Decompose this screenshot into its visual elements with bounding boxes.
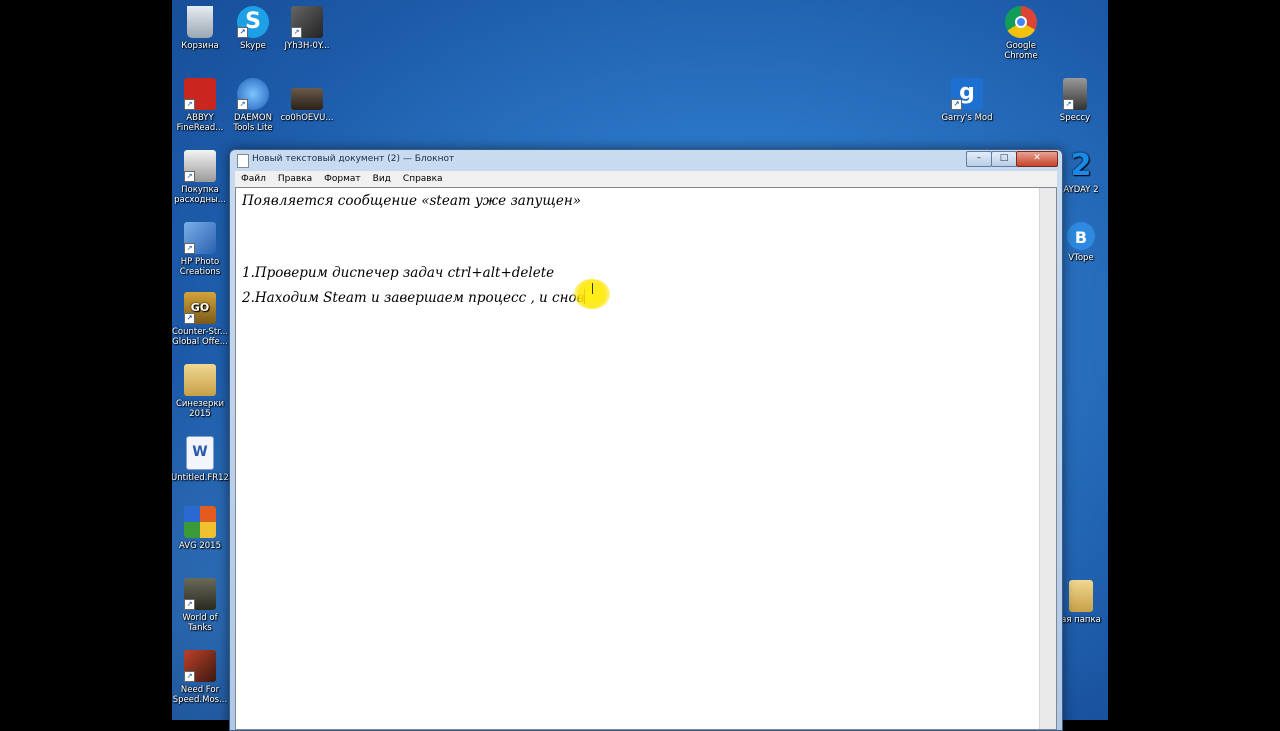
desktop-icon-daemon-tools[interactable]: ↗ DAEMON Tools Lite <box>224 78 282 133</box>
notepad-window[interactable]: Новый текстовый документ (2) — Блокнот –… <box>229 149 1063 731</box>
notepad-icon <box>237 154 249 168</box>
menu-view[interactable]: Вид <box>367 174 397 184</box>
icon-label: World of Tanks <box>182 613 218 633</box>
menu-file[interactable]: Файл <box>235 174 272 184</box>
icon-label: DAEMON Tools Lite <box>233 113 273 133</box>
icon-label: HP Photo Creations <box>179 257 221 277</box>
vk-icon: B <box>1067 222 1095 250</box>
csgo-icon: GO ↗ <box>184 292 216 324</box>
video-thumbnail-icon <box>291 88 323 110</box>
icon-label: VTope <box>1068 253 1094 263</box>
desktop-icon-chrome[interactable]: Google Chrome <box>992 6 1050 61</box>
icon-label: Покупка расходны... <box>174 185 226 205</box>
title-bar[interactable]: Новый текстовый документ (2) — Блокнот –… <box>230 150 1062 170</box>
desktop-icon-abbyy[interactable]: ↗ ABBYY FineRead... <box>172 78 229 133</box>
menu-edit[interactable]: Правка <box>272 174 318 184</box>
avg-icon <box>184 506 216 538</box>
abbyy-icon: ↗ <box>184 78 216 110</box>
icon-label: Синезерки 2015 <box>175 399 225 419</box>
text-line-content: 2.Находим Steam и завершаем процесс , и … <box>242 290 585 306</box>
skype-icon: S ↗ <box>237 6 269 38</box>
icon-label: Speccy <box>1059 113 1091 123</box>
hp-photo-icon: ↗ <box>184 222 216 254</box>
tank-icon: ↗ <box>184 578 216 610</box>
desktop-icon-video-1[interactable]: ↗ JYh3H-0Y... <box>278 6 336 51</box>
text-line: Появляется сообщение «steam уже запущен» <box>242 193 582 209</box>
video-thumbnail-icon: ↗ <box>291 6 323 38</box>
daemon-tools-icon: ↗ <box>237 78 269 110</box>
menu-bar: Файл Правка Формат Вид Справка <box>235 171 1057 187</box>
menu-help[interactable]: Справка <box>397 174 449 184</box>
nfs-icon: ↗ <box>184 650 216 682</box>
icon-label: ая папка <box>1061 615 1101 625</box>
icon-label: JYh3H-0Y... <box>284 41 330 51</box>
icon-label: Google Chrome <box>1004 41 1038 61</box>
desktop-icon-csgo[interactable]: GO ↗ Counter-Str... Global Offe... <box>172 292 229 347</box>
close-button[interactable]: ✕ <box>1016 151 1058 167</box>
icon-label: AVG 2015 <box>178 541 221 551</box>
vertical-scrollbar[interactable] <box>1039 188 1056 729</box>
payday-icon: 2 <box>1070 148 1092 183</box>
icon-label: Garry's Mod <box>941 113 993 123</box>
folder-icon <box>184 364 216 396</box>
text-editor[interactable]: Появляется сообщение «steam уже запущен»… <box>235 187 1057 730</box>
desktop-icon-hp-photo[interactable]: ↗ HP Photo Creations <box>172 222 229 277</box>
recycle-bin-icon <box>187 6 213 38</box>
text-cursor-icon <box>592 283 593 294</box>
text-line-current: 2.Находим Steam и завершаем процесс , и … <box>242 289 586 306</box>
icon-label: Корзина <box>181 41 219 51</box>
text-line: 1.Проверим диспечер задач ctrl+alt+delet… <box>242 265 555 281</box>
maximize-button[interactable]: □ <box>991 151 1017 167</box>
minimize-button[interactable]: – <box>966 151 992 167</box>
desktop-icon-word-doc[interactable]: W Untitled.FR12 <box>172 436 229 483</box>
icon-label: co0hOEVU... <box>280 113 334 123</box>
speccy-icon: ↗ <box>1063 78 1087 110</box>
desktop-icon-printer-shop[interactable]: ↗ Покупка расходны... <box>172 150 229 205</box>
icon-label: Untitled.FR12 <box>172 473 229 483</box>
printer-icon: ↗ <box>184 150 216 182</box>
desktop-icon-speccy[interactable]: ↗ Speccy <box>1046 78 1104 123</box>
desktop-icon-skype[interactable]: S ↗ Skype <box>224 6 282 51</box>
icon-label: AYDAY 2 <box>1063 185 1099 195</box>
desktop-icon-recycle-bin[interactable]: Корзина <box>172 6 229 51</box>
chrome-icon <box>1005 6 1037 38</box>
icon-label: Counter-Str... Global Offe... <box>172 327 229 347</box>
menu-format[interactable]: Формат <box>318 174 367 184</box>
garrys-mod-icon: g ↗ <box>951 78 983 110</box>
desktop-icon-world-of-tanks[interactable]: ↗ World of Tanks <box>172 578 229 633</box>
word-document-icon: W <box>186 436 214 470</box>
desktop-icon-garrys-mod[interactable]: g ↗ Garry's Mod <box>938 78 996 123</box>
desktop-icon-nfs[interactable]: ↗ Need For Speed.Mos... <box>172 650 229 705</box>
folder-icon <box>1069 580 1093 612</box>
icon-label: Skype <box>240 41 266 51</box>
window-title: Новый текстовый документ (2) — Блокнот <box>252 154 455 164</box>
desktop-icon-folder-1[interactable]: Синезерки 2015 <box>172 364 229 419</box>
icon-label: ABBYY FineRead... <box>176 113 224 133</box>
icon-label: Need For Speed.Mos... <box>172 685 228 705</box>
window-controls: – □ ✕ <box>966 151 1058 167</box>
desktop-icon-avg[interactable]: AVG 2015 <box>172 506 229 551</box>
desktop-icon-video-2[interactable]: co0hOEVU... <box>278 78 336 123</box>
